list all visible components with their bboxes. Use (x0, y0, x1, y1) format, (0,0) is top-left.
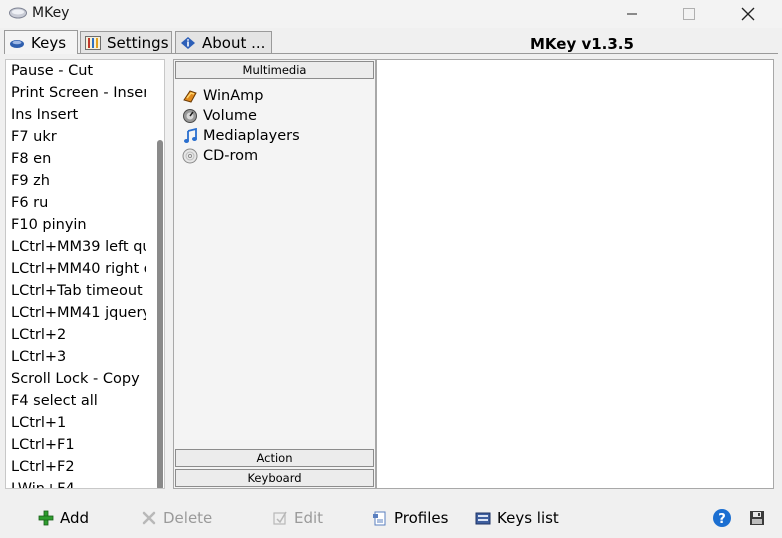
cd-icon (182, 148, 198, 164)
plus-icon (38, 510, 54, 526)
tab-about[interactable]: About ... (175, 31, 272, 53)
tab-keys-label: Keys (31, 33, 67, 52)
list-item[interactable]: LCtrl+MM39 left quote (6, 236, 146, 258)
settings-icon (85, 35, 101, 50)
keys-list-items: Pause - Cut Print Screen - Insert Ins In… (6, 60, 164, 488)
list-item[interactable]: LCtrl+F2 (6, 456, 146, 478)
music-note-icon (184, 128, 197, 143)
keys-list-scrollbar[interactable] (157, 140, 163, 488)
profiles-button-label: Profiles (394, 509, 449, 527)
list-item[interactable]: F10 pinyin (6, 214, 146, 236)
list-item[interactable]: Scroll Lock - Copy (6, 368, 146, 390)
multimedia-header[interactable]: Multimedia (175, 61, 374, 79)
delete-icon (142, 511, 156, 525)
action-details-panel (376, 59, 774, 489)
category-item-cdrom[interactable]: CD-rom (182, 146, 300, 166)
minimize-icon (627, 13, 637, 15)
help-icon: ? (713, 509, 731, 527)
list-item[interactable]: LCtrl+3 (6, 346, 146, 368)
delete-button[interactable]: Delete (141, 508, 212, 528)
list-item[interactable]: F7 ukr (6, 126, 146, 148)
category-item-label: Mediaplayers (203, 128, 300, 144)
multimedia-items: WinAmp Volume Mediaplayers CD-rom (182, 86, 300, 166)
winamp-icon (183, 90, 197, 103)
profiles-icon (373, 511, 386, 526)
list-item[interactable]: LCtrl+MM41 jquery (6, 302, 146, 324)
help-button[interactable]: ? (712, 508, 732, 528)
list-item[interactable]: F8 en (6, 148, 146, 170)
window-title: MKey (32, 5, 70, 21)
tab-settings[interactable]: Settings (80, 31, 172, 53)
keys-list-button[interactable]: Keys list (475, 508, 559, 528)
profiles-button[interactable]: Profiles (372, 508, 448, 528)
list-item[interactable]: F9 zh (6, 170, 146, 192)
list-item[interactable]: LWin+F4 (6, 478, 146, 488)
save-button[interactable] (749, 508, 765, 528)
tab-about-label: About ... (202, 33, 266, 52)
edit-button-label: Edit (294, 509, 324, 527)
close-button[interactable] (719, 0, 777, 28)
category-item-label: WinAmp (203, 88, 264, 104)
info-icon (181, 36, 195, 49)
add-button-label: Add (60, 509, 90, 527)
version-label: MKey v1.3.5 (530, 35, 634, 53)
keyboard-icon (10, 39, 24, 48)
maximize-icon (683, 8, 695, 20)
list-item[interactable]: F6 ru (6, 192, 146, 214)
keyboard-app-icon (9, 7, 27, 19)
category-item-mediaplayers[interactable]: Mediaplayers (182, 126, 300, 146)
keys-list[interactable]: Pause - Cut Print Screen - Insert Ins In… (5, 59, 165, 489)
list-item[interactable]: LCtrl+F1 (6, 434, 146, 456)
svg-text:?: ? (718, 512, 726, 527)
category-item-label: CD-rom (203, 148, 259, 164)
edit-icon (273, 511, 287, 525)
list-item[interactable]: Print Screen - Insert (6, 82, 146, 104)
list-item[interactable]: F4 select all (6, 390, 146, 412)
category-panel: Multimedia WinAmp Volume Mediaplayers CD… (173, 59, 376, 489)
delete-button-label: Delete (163, 509, 213, 527)
minimize-button[interactable] (603, 0, 661, 28)
close-icon (741, 7, 755, 21)
title-bar: MKey (0, 0, 782, 28)
add-button[interactable]: Add (38, 508, 89, 528)
bottom-toolbar: Add Delete Edit Profiles Keys list ? (0, 498, 782, 538)
list-item[interactable]: Pause - Cut (6, 60, 146, 82)
maximize-button[interactable] (660, 0, 718, 28)
list-item[interactable]: LCtrl+MM40 right quote (6, 258, 146, 280)
list-item[interactable]: LCtrl+Tab timeout (6, 280, 146, 302)
list-item[interactable]: LCtrl+1 (6, 412, 146, 434)
category-item-winamp[interactable]: WinAmp (182, 86, 300, 106)
category-item-volume[interactable]: Volume (182, 106, 300, 126)
action-header[interactable]: Action (175, 449, 374, 467)
list-item[interactable]: Ins Insert (6, 104, 146, 126)
save-icon (750, 511, 764, 525)
tab-keys[interactable]: Keys (4, 30, 78, 54)
keyboard-header[interactable]: Keyboard (175, 469, 374, 487)
keys-list-icon (475, 512, 491, 525)
list-item[interactable]: LCtrl+2 (6, 324, 146, 346)
edit-button[interactable]: Edit (272, 508, 323, 528)
keys-list-button-label: Keys list (497, 509, 559, 527)
volume-icon (183, 109, 197, 123)
category-item-label: Volume (203, 108, 257, 124)
tab-settings-label: Settings (107, 33, 169, 52)
